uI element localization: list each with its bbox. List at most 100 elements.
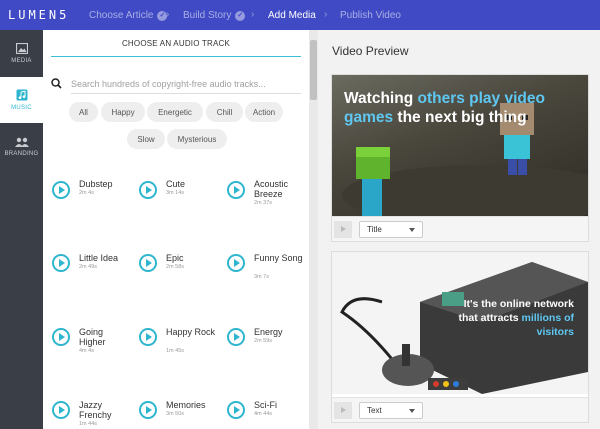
play-icon[interactable] — [334, 402, 352, 419]
play-icon[interactable] — [227, 401, 245, 419]
track-name: Sci-Fi — [254, 400, 277, 410]
filter-chip-chill[interactable]: Chill — [206, 102, 243, 122]
track-item[interactable]: Sci-Fi 4m 44s — [227, 400, 307, 429]
play-icon[interactable] — [52, 181, 70, 199]
step-publish-video[interactable]: Publish Video — [340, 10, 401, 21]
track-name: Little Idea — [79, 253, 119, 263]
scene-toolbar: Title — [332, 216, 588, 241]
track-duration: 3m 14s — [166, 190, 185, 196]
track-item[interactable]: Going Higher 4m 4s — [52, 327, 132, 373]
filter-chip-all[interactable]: All — [69, 102, 98, 122]
top-bar: LUMEN5 Choose Article ✓ › Build Story ✓ … — [0, 0, 600, 30]
scene-text[interactable]: Watching others play video games the nex… — [344, 89, 564, 127]
audio-panel: CHOOSE AN AUDIO TRACK All Happy Energeti… — [43, 30, 309, 429]
chevron-right-icon: › — [251, 9, 255, 20]
track-duration: 1m 44s — [79, 421, 98, 427]
sidebar-item-label: BRANDING — [4, 151, 39, 157]
step-choose-article[interactable]: Choose Article ✓ — [89, 10, 168, 21]
search-icon — [51, 78, 62, 89]
filter-chip-energetic[interactable]: Energetic — [147, 102, 203, 122]
scene-toolbar: Text — [332, 397, 588, 422]
scene-card[interactable]: It's the online network that attracts mi… — [331, 251, 589, 423]
play-icon[interactable] — [334, 221, 352, 238]
filter-chip-happy[interactable]: Happy — [101, 102, 145, 122]
track-duration: 3m 7s — [254, 274, 269, 280]
track-name: Epic — [166, 253, 184, 263]
divider — [51, 56, 301, 57]
track-item[interactable]: Energy 2m 59s — [227, 327, 307, 373]
play-icon[interactable] — [139, 254, 157, 272]
scene-image: Watching others play video games the nex… — [332, 75, 588, 217]
panel-title: CHOOSE AN AUDIO TRACK — [121, 39, 231, 48]
branding-icon — [14, 137, 29, 147]
step-label: Choose Article — [89, 10, 154, 21]
search-input[interactable] — [71, 74, 301, 94]
image-icon — [15, 42, 28, 54]
scene-text[interactable]: It's the online network that attracts mi… — [454, 297, 574, 339]
scrollbar-thumb[interactable] — [310, 40, 317, 100]
scene-card[interactable]: Watching others play video games the nex… — [331, 74, 589, 242]
play-icon[interactable] — [52, 401, 70, 419]
play-icon[interactable] — [52, 328, 70, 346]
preview-title: Video Preview — [332, 44, 409, 58]
track-duration: 2m 59s — [254, 338, 273, 344]
step-label: Publish Video — [340, 10, 401, 21]
scene-image: It's the online network that attracts mi… — [332, 252, 588, 394]
track-item[interactable]: Memories 3m 50s — [139, 400, 219, 429]
track-duration: 2m 49s — [79, 264, 98, 270]
track-name: Cute — [166, 179, 186, 189]
sidebar-item-music[interactable]: MUSIC — [0, 77, 43, 123]
track-name: Happy Rock — [166, 327, 216, 337]
track-item[interactable]: Acoustic Breeze 2m 37s — [227, 179, 307, 225]
track-name: Funny Song — [254, 253, 303, 263]
track-name: Acoustic Breeze — [254, 179, 289, 199]
play-icon[interactable] — [52, 254, 70, 272]
filter-chip-slow[interactable]: Slow — [127, 129, 165, 149]
track-duration: 4m 44s — [254, 411, 273, 417]
scene-text-part: Watching — [344, 90, 418, 107]
play-icon[interactable] — [139, 328, 157, 346]
play-icon[interactable] — [227, 254, 245, 272]
filter-chip-mysterious[interactable]: Mysterious — [167, 129, 227, 149]
step-label: Build Story — [183, 10, 232, 21]
scene-text-part: the next big thing — [393, 109, 527, 126]
check-icon: ✓ — [235, 10, 246, 21]
track-item[interactable]: Happy Rock 1m 45s — [139, 327, 219, 373]
scene-text-highlight: millions of visitors — [521, 312, 575, 338]
track-duration: 2m 4s — [79, 190, 94, 196]
layout-select[interactable]: Title — [359, 221, 423, 238]
track-name: Going Higher — [79, 327, 106, 347]
sidebar-item-label: MEDIA — [11, 57, 32, 64]
step-label: Add Media — [268, 10, 316, 21]
track-name: Energy — [254, 327, 283, 337]
play-icon[interactable] — [139, 181, 157, 199]
chevron-right-icon: › — [324, 9, 328, 20]
track-name: Dubstep — [79, 179, 113, 189]
track-item[interactable]: Little Idea 2m 49s — [52, 253, 132, 299]
app-logo[interactable]: LUMEN5 — [8, 8, 88, 22]
play-icon[interactable] — [227, 181, 245, 199]
step-add-media[interactable]: Add Media — [268, 10, 316, 21]
track-name: Memories — [166, 400, 206, 410]
sidebar-rail: MEDIA MUSIC BRANDING — [0, 30, 43, 429]
track-item[interactable]: Cute 3m 14s — [139, 179, 219, 225]
track-duration: 2m 58s — [166, 264, 185, 270]
play-icon[interactable] — [227, 328, 245, 346]
sidebar-item-media[interactable]: MEDIA — [0, 30, 43, 76]
step-build-story[interactable]: Build Story ✓ — [183, 10, 246, 21]
layout-select[interactable]: Text — [359, 402, 423, 419]
track-item[interactable]: Dubstep 2m 4s — [52, 179, 132, 225]
track-duration: 4m 4s — [79, 348, 94, 354]
track-duration: 1m 45s — [166, 348, 185, 354]
music-icon — [16, 89, 27, 101]
sidebar-item-label: MUSIC — [11, 105, 32, 111]
play-icon[interactable] — [139, 401, 157, 419]
track-item[interactable]: Epic 2m 58s — [139, 253, 219, 299]
track-item[interactable]: Jazzy Frenchy 1m 44s — [52, 400, 132, 429]
track-duration: 2m 37s — [254, 200, 273, 206]
filter-chip-action[interactable]: Action — [245, 102, 283, 122]
chevron-right-icon: › — [166, 9, 170, 20]
track-name: Jazzy Frenchy — [79, 400, 112, 420]
sidebar-item-branding[interactable]: BRANDING — [0, 124, 43, 170]
track-item[interactable]: Funny Song 3m 7s — [227, 253, 307, 299]
